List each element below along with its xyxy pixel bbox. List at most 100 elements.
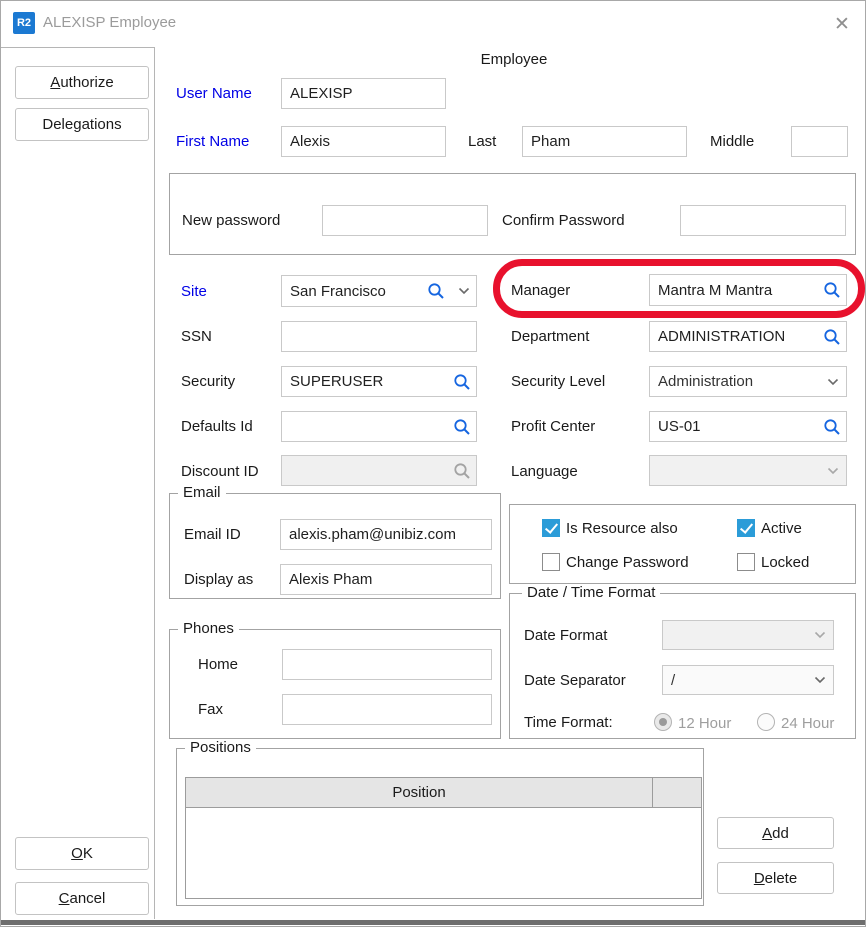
change-password-label: Change Password xyxy=(566,554,689,571)
discount-id-label: Discount ID xyxy=(181,463,259,480)
delete-position-button[interactable]: Delete xyxy=(717,862,834,894)
first-name-input[interactable] xyxy=(281,126,446,157)
password-group: New password Confirm Password xyxy=(169,173,856,255)
home-phone-field xyxy=(282,649,492,680)
fax-field xyxy=(282,694,492,725)
security-level-dropdown-icon[interactable] xyxy=(827,378,839,386)
change-password-checkbox[interactable] xyxy=(542,553,560,571)
ok-button[interactable]: OK xyxy=(15,837,149,870)
date-format-label: Date Format xyxy=(524,627,607,644)
site-dropdown-icon[interactable] xyxy=(458,287,470,295)
email-group-legend: Email xyxy=(178,484,226,501)
add-position-button[interactable]: Add xyxy=(717,817,834,849)
positions-table-body xyxy=(185,807,702,899)
site-label: Site xyxy=(181,283,207,300)
date-separator-dropdown[interactable]: / xyxy=(662,665,834,695)
window-bottom-edge xyxy=(1,920,866,925)
fax-label: Fax xyxy=(198,701,223,718)
discount-id-search-icon xyxy=(453,462,471,480)
confirm-password-label: Confirm Password xyxy=(502,212,625,229)
phones-group: Phones Home Fax xyxy=(169,629,501,739)
new-password-field xyxy=(322,205,488,236)
home-phone-input[interactable] xyxy=(282,649,492,680)
manager-label: Manager xyxy=(511,282,570,299)
profit-center-search-icon[interactable] xyxy=(823,418,841,436)
ssn-input[interactable] xyxy=(281,321,477,352)
manager-input[interactable] xyxy=(649,274,847,306)
site-field xyxy=(281,275,477,307)
last-name-label: Last xyxy=(468,133,496,150)
date-separator-label: Date Separator xyxy=(524,672,626,689)
defaults-id-label: Defaults Id xyxy=(181,418,253,435)
active-label: Active xyxy=(761,520,802,537)
security-level-label: Security Level xyxy=(511,373,605,390)
security-level-value: Administration xyxy=(658,373,753,390)
active-checkbox[interactable] xyxy=(737,519,755,537)
sidebar-panel xyxy=(1,47,155,919)
new-password-input[interactable] xyxy=(322,205,488,236)
position-column-header[interactable]: Position xyxy=(185,777,653,808)
site-search-icon[interactable] xyxy=(427,282,445,300)
user-name-field xyxy=(281,78,446,109)
security-level-dropdown[interactable]: Administration xyxy=(649,366,847,397)
profit-center-input[interactable] xyxy=(649,411,847,442)
last-name-field xyxy=(522,126,687,157)
profit-center-label: Profit Center xyxy=(511,418,595,435)
manager-search-icon[interactable] xyxy=(823,281,841,299)
position-extra-column-header xyxy=(652,777,702,808)
defaults-id-field xyxy=(281,411,477,442)
hour12-label: 12 Hour xyxy=(678,715,731,732)
security-field xyxy=(281,366,477,397)
first-name-field xyxy=(281,126,446,157)
date-format-dropdown-icon xyxy=(814,631,826,639)
user-name-input[interactable] xyxy=(281,78,446,109)
language-dropdown-icon xyxy=(827,467,839,475)
security-input[interactable] xyxy=(281,366,477,397)
display-as-label: Display as xyxy=(184,571,253,588)
department-search-icon[interactable] xyxy=(823,328,841,346)
locked-checkbox[interactable] xyxy=(737,553,755,571)
site-input[interactable] xyxy=(281,275,477,307)
locked-label: Locked xyxy=(761,554,809,571)
first-name-label: First Name xyxy=(176,133,249,150)
cancel-button[interactable]: Cancel xyxy=(15,882,149,915)
close-icon[interactable]: ✕ xyxy=(827,9,857,39)
confirm-password-input[interactable] xyxy=(680,205,846,236)
security-search-icon[interactable] xyxy=(453,373,471,391)
fax-input[interactable] xyxy=(282,694,492,725)
defaults-id-input[interactable] xyxy=(281,411,477,442)
new-password-label: New password xyxy=(182,212,280,229)
manager-field xyxy=(649,274,847,306)
department-input[interactable] xyxy=(649,321,847,352)
defaults-id-search-icon[interactable] xyxy=(453,418,471,436)
email-id-input[interactable] xyxy=(280,519,492,550)
delegations-button[interactable]: Delegations xyxy=(15,108,149,141)
discount-id-input xyxy=(281,455,477,486)
confirm-password-field xyxy=(680,205,846,236)
hour12-radio xyxy=(654,713,672,731)
last-name-input[interactable] xyxy=(522,126,687,157)
authorize-button[interactable]: Authorize xyxy=(15,66,149,99)
is-resource-checkbox[interactable] xyxy=(542,519,560,537)
middle-name-input[interactable] xyxy=(791,126,848,157)
is-resource-label: Is Resource also xyxy=(566,520,678,537)
form-title: Employee xyxy=(169,51,859,68)
display-as-input[interactable] xyxy=(280,564,492,595)
date-separator-value: / xyxy=(671,672,675,689)
hour24-label: 24 Hour xyxy=(781,715,834,732)
email-group: Email Email ID Display as xyxy=(169,493,501,599)
profit-center-field xyxy=(649,411,847,442)
email-id-label: Email ID xyxy=(184,526,241,543)
language-dropdown xyxy=(649,455,847,486)
hour24-radio xyxy=(757,713,775,731)
department-label: Department xyxy=(511,328,589,345)
ssn-label: SSN xyxy=(181,328,212,345)
date-separator-dropdown-icon[interactable] xyxy=(814,676,826,684)
home-phone-label: Home xyxy=(198,656,238,673)
datetime-group: Date / Time Format Date Format Date Sepa… xyxy=(509,593,856,739)
department-field xyxy=(649,321,847,352)
datetime-group-legend: Date / Time Format xyxy=(522,584,660,601)
positions-group: Positions Position xyxy=(176,748,704,906)
middle-name-field xyxy=(791,126,848,157)
email-id-field xyxy=(280,519,492,550)
